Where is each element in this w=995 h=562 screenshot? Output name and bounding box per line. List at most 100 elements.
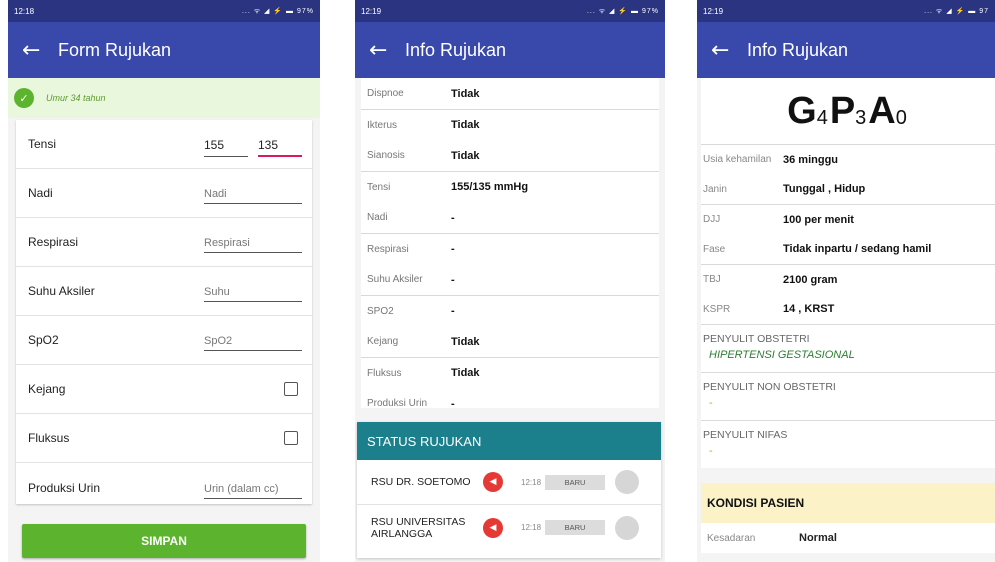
obstetric-row: Fase Tidak inpartu / sedang hamil xyxy=(701,234,995,264)
field-label: Kejang xyxy=(28,382,66,396)
age-alert: ✓ Umur 34 tahun xyxy=(8,78,320,118)
kondisi-pasien-header: KONDISI PASIEN xyxy=(701,483,995,523)
field-label: Fluksus xyxy=(28,431,70,445)
row-label: SPO2 xyxy=(367,305,394,317)
obstetric-row: TBJ 2100 gram xyxy=(701,264,995,294)
form-row-spo2: SpO2 SpO2 xyxy=(16,316,312,365)
form-row-kejang: Kejang xyxy=(16,365,312,414)
row-value: Tidak xyxy=(451,149,480,162)
gpa-p-sub: 3 xyxy=(855,106,867,129)
fluksus-checkbox[interactable] xyxy=(284,431,298,445)
info-row: Kejang Tidak xyxy=(361,326,659,357)
info-row: Respirasi - xyxy=(361,233,659,264)
field-label: Nadi xyxy=(28,186,53,200)
kesadaran-row: Kesadaran Normal xyxy=(701,523,995,553)
row-value: 14 , KRST xyxy=(783,303,835,315)
page-title: Info Rujukan xyxy=(747,39,849,60)
row-label: Respirasi xyxy=(367,243,409,255)
save-button[interactable]: SIMPAN xyxy=(22,524,306,558)
app-bar: ← Info Rujukan xyxy=(355,22,665,78)
penyulit-title: PENYULIT NON OBSTETRI xyxy=(703,381,836,393)
info-row: Dispnoe Tidak xyxy=(361,78,659,109)
produksi-urin-input[interactable]: Urin (dalam cc) xyxy=(204,483,302,499)
back-arrow-icon[interactable]: ← xyxy=(711,38,747,63)
status-badge: BARU xyxy=(545,474,606,490)
gpa-p: P xyxy=(829,89,856,132)
obstetric-rows: Usia kehamilan 36 minggu Janin Tunggal , Hi… xyxy=(701,144,995,324)
status-row[interactable]: RSU DR. SOETOMO ◀ 12:18 BARU xyxy=(357,460,661,505)
row-value: 2100 gram xyxy=(783,273,838,286)
row-value: Tidak xyxy=(451,87,480,100)
status-header: STATUS RUJUKAN xyxy=(357,422,661,460)
row-label: Kejang xyxy=(367,336,399,347)
spo2-input[interactable]: SpO2 xyxy=(204,335,302,351)
row-label: Sianosis xyxy=(367,150,405,161)
penyulit-blocks: PENYULIT OBSTETRI HIPERTENSI GESTASIONAL P… xyxy=(701,324,995,468)
row-value: 100 per menit xyxy=(783,213,854,226)
status-time: 12:18 xyxy=(14,6,35,16)
row-value: - xyxy=(451,273,455,286)
tensi-inputs: 155 135 xyxy=(204,138,302,157)
form-row-fluksus: Fluksus xyxy=(16,414,312,463)
nadi-input[interactable]: Nadi xyxy=(204,188,302,204)
info-row: Nadi - xyxy=(361,202,659,233)
info-row: Suhu Aksiler - xyxy=(361,264,659,295)
form-card: Tensi 155 135 Nadi Nadi Respirasi Respir… xyxy=(16,120,312,504)
gpa-a: A xyxy=(868,89,896,132)
status-bar: 12:18 ... ᯤ ◢ ⚡ ▬ 97% xyxy=(8,0,320,22)
row-label: Janin xyxy=(703,183,727,195)
info-rujukan-screen: 12:19 ... ᯤ ◢ ⚡ ▬ 97% ← Info Rujukan Dis… xyxy=(355,0,665,562)
back-arrow-icon[interactable]: ← xyxy=(369,38,405,63)
page-title: Form Rujukan xyxy=(58,39,172,60)
row-label: Fase xyxy=(703,243,726,255)
row-label: Usia kehamilan xyxy=(703,154,772,165)
tensi-systolic-input[interactable]: 155 xyxy=(204,138,248,157)
row-value: - xyxy=(451,243,455,255)
status-time: 12:19 xyxy=(361,6,382,16)
obstetric-row: Janin Tunggal , Hidup xyxy=(701,174,995,204)
status-bar: 12:19 ... ᯤ ◢ ⚡ ▬ 97 xyxy=(697,0,995,22)
status-icons: ... ᯤ ◢ ⚡ ▬ 97 xyxy=(924,7,989,15)
info-rujukan-obstetri-screen: 12:19 ... ᯤ ◢ ⚡ ▬ 97 ← Info Rujukan G4 P… xyxy=(697,0,995,562)
respirasi-input[interactable]: Respirasi xyxy=(204,237,302,253)
info-row: Fluksus Tidak xyxy=(361,357,659,388)
obstetric-row: Usia kehamilan 36 minggu xyxy=(701,144,995,174)
row-label: Dispnoe xyxy=(367,88,404,99)
status-row[interactable]: RSU UNIVERSITAS AIRLANGGA ◀ 12:18 BARU xyxy=(357,505,661,550)
status-bar: 12:19 ... ᯤ ◢ ⚡ ▬ 97% xyxy=(355,0,665,22)
penyulit-value: - xyxy=(709,445,713,457)
row-label: Kesadaran xyxy=(707,532,756,544)
info-list: Dispnoe Tidak Ikterus Tidak Sianosis Tidak Ten… xyxy=(361,78,659,410)
hospital-name: RSU DR. SOETOMO xyxy=(371,476,471,488)
row-value: Tidak inpartu / sedang hamil xyxy=(783,243,932,255)
obstetric-row: DJJ 100 per menit xyxy=(701,204,995,234)
suhu-input[interactable]: Suhu xyxy=(204,286,302,302)
penyulit-block: PENYULIT NON OBSTETRI - xyxy=(701,372,995,420)
row-label: Nadi xyxy=(367,212,388,223)
tensi-diastolic-input[interactable]: 135 xyxy=(258,138,302,157)
status-icons: ... ᯤ ◢ ⚡ ▬ 97% xyxy=(241,7,314,15)
speaker-icon[interactable]: ◀ xyxy=(483,517,503,538)
form-rujukan-screen: 12:18 ... ᯤ ◢ ⚡ ▬ 97% ← Form Rujukan ✓ U… xyxy=(8,0,320,562)
back-arrow-icon[interactable]: ← xyxy=(22,38,58,63)
row-value: Normal xyxy=(799,532,837,544)
status-icons: ... ᯤ ◢ ⚡ ▬ 97% xyxy=(586,7,659,15)
gpa-a-sub: 0 xyxy=(895,106,907,129)
row-value: - xyxy=(451,397,455,410)
gpa-formula: G4 P3 A0 xyxy=(701,78,995,144)
check-circle-icon: ✓ xyxy=(14,88,34,108)
info-row: Ikterus Tidak xyxy=(361,109,659,140)
gpa-g: G xyxy=(787,89,817,132)
obstetric-info-card: G4 P3 A0 Usia kehamilan 36 minggu Janin Tun… xyxy=(701,78,995,468)
row-value: Tidak xyxy=(451,367,480,379)
row-value: Tunggal , Hidup xyxy=(783,183,866,195)
form-row-respirasi: Respirasi Respirasi xyxy=(16,218,312,267)
app-bar: ← Info Rujukan xyxy=(697,22,995,78)
speaker-icon[interactable]: ◀ xyxy=(483,472,503,492)
kejang-checkbox[interactable] xyxy=(284,382,298,396)
row-value: Tidak xyxy=(451,335,480,348)
row-value: - xyxy=(451,211,455,224)
alert-text: Umur 34 tahun xyxy=(46,93,106,103)
row-value: 36 minggu xyxy=(783,153,839,166)
field-label: Respirasi xyxy=(28,235,79,249)
